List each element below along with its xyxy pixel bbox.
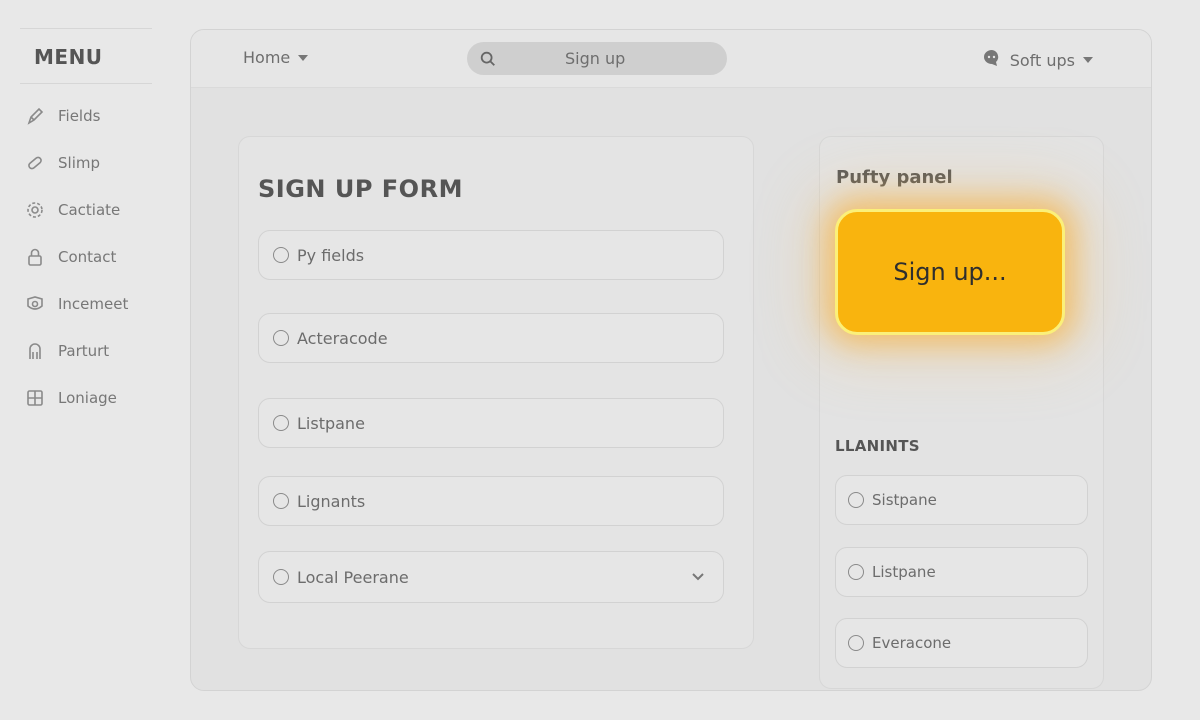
field-label: Local Peerane xyxy=(297,567,409,587)
top-bar: Home Soft ups xyxy=(191,30,1151,88)
sidebar-item-cactiate[interactable]: Cactiate xyxy=(20,186,152,233)
field-label: Listpane xyxy=(297,413,365,433)
sidebar-item-label: Contact xyxy=(58,247,117,266)
soft-ups-dropdown[interactable]: Soft ups xyxy=(982,48,1093,72)
sidebar-item-contact[interactable]: Contact xyxy=(20,233,152,280)
panel-title: Pufty panel xyxy=(836,167,953,188)
panel-option-everacone[interactable]: Everacone xyxy=(835,618,1088,668)
option-label: Listpane xyxy=(872,563,936,581)
sidebar-item-parturt[interactable]: Parturt xyxy=(20,327,152,374)
panel-option-listpane[interactable]: Listpane xyxy=(835,547,1088,597)
chat-icon xyxy=(982,48,1002,72)
sidebar-item-label: Parturt xyxy=(58,341,110,360)
link-icon xyxy=(24,152,46,174)
radio-icon xyxy=(273,415,289,431)
caret-down-icon xyxy=(1083,57,1093,63)
menu-title: MENU xyxy=(20,28,152,84)
sidebar-item-slimp[interactable]: Slimp xyxy=(20,139,152,186)
main-window: Home Soft ups SIGN UP FORM Py fields Act… xyxy=(190,29,1152,691)
option-label: Everacone xyxy=(872,634,952,652)
form-field-listpane[interactable]: Listpane xyxy=(258,398,724,448)
field-label: Py fields xyxy=(297,245,365,265)
pufty-panel: Pufty panel Sign up... LLANINTS Sistpane… xyxy=(819,136,1104,689)
sidebar-item-label: Incemeet xyxy=(58,294,129,313)
sidebar: MENU Fields Slimp Cactiate Contact Incem… xyxy=(20,28,152,421)
sidebar-item-label: Cactiate xyxy=(58,200,121,219)
home-dropdown[interactable]: Home xyxy=(243,48,309,67)
chevron-down-icon xyxy=(691,568,705,587)
form-select-local-peerane[interactable]: Local Peerane xyxy=(258,551,724,603)
form-field-acteracode[interactable]: Acteracode xyxy=(258,313,724,363)
radio-icon xyxy=(848,564,864,580)
sidebar-item-label: Loniage xyxy=(58,388,117,407)
form-field-lignants[interactable]: Lignants xyxy=(258,476,724,526)
search-icon xyxy=(479,50,497,68)
form-field-py-fields[interactable]: Py fields xyxy=(258,230,724,280)
soft-ups-label: Soft ups xyxy=(1009,50,1075,70)
field-label: Lignants xyxy=(297,491,366,511)
badge-icon xyxy=(24,293,46,315)
gear-icon xyxy=(24,199,46,221)
sidebar-items: Fields Slimp Cactiate Contact Incemeet P… xyxy=(20,92,152,421)
grid-icon xyxy=(24,387,46,409)
sidebar-item-label: Slimp xyxy=(58,153,100,172)
radio-icon xyxy=(273,569,289,585)
section-title: LLANINTS xyxy=(835,437,920,455)
sidebar-item-fields[interactable]: Fields xyxy=(20,92,152,139)
radio-icon xyxy=(848,635,864,651)
radio-icon xyxy=(273,330,289,346)
radio-icon xyxy=(273,247,289,263)
search-input[interactable] xyxy=(565,49,755,68)
radio-icon xyxy=(273,493,289,509)
panel-option-sistpane[interactable]: Sistpane xyxy=(835,475,1088,525)
form-title: SIGN UP FORM xyxy=(258,175,463,203)
lock-icon xyxy=(24,246,46,268)
option-label: Sistpane xyxy=(872,491,937,509)
sign-up-form-card: SIGN UP FORM Py fields Acteracode Listpa… xyxy=(238,136,754,649)
search-bar[interactable] xyxy=(467,42,755,75)
sidebar-item-loniage[interactable]: Loniage xyxy=(20,374,152,421)
pencil-icon xyxy=(24,105,46,127)
person-icon xyxy=(24,340,46,362)
field-label: Acteracode xyxy=(297,328,388,348)
sidebar-item-incemeet[interactable]: Incemeet xyxy=(20,280,152,327)
radio-icon xyxy=(848,492,864,508)
caret-down-icon xyxy=(298,54,309,61)
sign-up-button[interactable]: Sign up... xyxy=(835,209,1065,335)
sidebar-item-label: Fields xyxy=(58,106,101,125)
home-label: Home xyxy=(243,48,291,67)
